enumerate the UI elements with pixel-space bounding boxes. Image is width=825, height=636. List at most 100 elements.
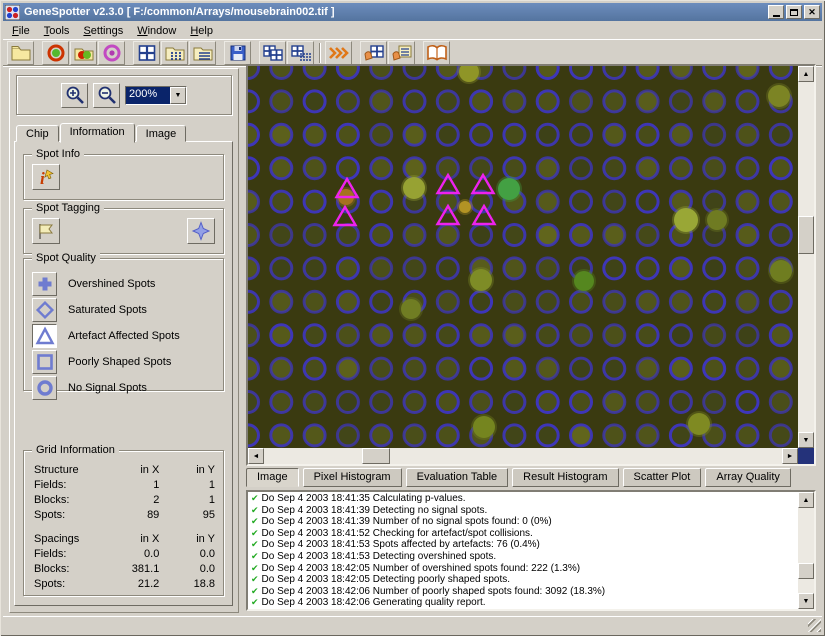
- grid-with-dots-icon: [290, 44, 312, 62]
- apply-grid-button[interactable]: [259, 41, 286, 65]
- grid-dots-icon: [164, 44, 186, 62]
- log-entry: ✔Do Sep 4 2003 18:41:53 Spots affected b…: [250, 539, 796, 551]
- zoom-level-value: 200%: [126, 87, 170, 104]
- log-panel: ✔Do Sep 4 2003 18:41:35 Calculating p-va…: [246, 490, 816, 611]
- tab-chip[interactable]: Chip: [16, 125, 59, 142]
- tab-pixel-histogram[interactable]: Pixel Histogram: [303, 468, 402, 487]
- log-scroll-thumb[interactable]: [798, 563, 814, 579]
- horizontal-scrollbar[interactable]: ◄ ►: [248, 448, 798, 464]
- spot-tagging-title: Spot Tagging: [32, 202, 104, 214]
- scroll-left-icon[interactable]: ◄: [248, 448, 264, 464]
- manual-button[interactable]: [423, 41, 450, 65]
- resize-grip[interactable]: [808, 619, 821, 632]
- menu-tools[interactable]: Tools: [37, 24, 77, 38]
- new-grid-button[interactable]: [133, 41, 160, 65]
- spot-info-button[interactable]: i: [32, 164, 60, 190]
- menu-help[interactable]: Help: [183, 24, 220, 38]
- log-scroll-up-icon[interactable]: ▲: [798, 492, 814, 508]
- spot-info-title: Spot Info: [32, 148, 84, 160]
- triangle-icon: [35, 326, 55, 346]
- tab-evaluation-table[interactable]: Evaluation Table: [406, 468, 509, 487]
- tab-result-histogram[interactable]: Result Histogram: [512, 468, 618, 487]
- save-icon: [229, 44, 247, 62]
- chevron-down-icon[interactable]: ▼: [170, 87, 186, 104]
- menu-bar: FileToolsSettingsWindowHelp: [3, 22, 822, 39]
- grid-from-image-button[interactable]: [161, 41, 188, 65]
- horizontal-scroll-thumb[interactable]: [362, 448, 390, 464]
- diamond-icon: [35, 300, 55, 320]
- check-icon: ✔: [251, 586, 259, 596]
- check-icon: ✔: [251, 539, 259, 549]
- check-icon: ✔: [251, 551, 259, 561]
- check-icon: ✔: [251, 505, 259, 515]
- check-icon: ✔: [251, 528, 259, 538]
- diamond-quality-button[interactable]: [32, 298, 57, 322]
- minimize-button[interactable]: [768, 5, 784, 19]
- microarray-image[interactable]: [248, 66, 798, 448]
- log-entry: ✔Do Sep 4 2003 18:41:39 Detecting no sig…: [250, 505, 796, 517]
- window-title: GeneSpotter v2.3.0 [ F:/common/Arrays/mo…: [24, 6, 766, 18]
- grid-list-icon: [192, 44, 214, 62]
- zoom-out-button[interactable]: [93, 83, 120, 108]
- tab-array-quality[interactable]: Array Quality: [705, 468, 791, 487]
- tab-information[interactable]: Information: [60, 123, 135, 143]
- quality-row-triangle: Artefact Affected Spots: [32, 323, 217, 349]
- scroll-right-icon[interactable]: ►: [782, 448, 798, 464]
- plus-quality-button[interactable]: [32, 272, 57, 296]
- grid-info-header: Structurein Xin Y: [34, 463, 215, 478]
- log-scrollbar[interactable]: ▲ ▼: [798, 492, 814, 609]
- zoom-controls: 200% ▼: [16, 75, 232, 115]
- quality-row-diamond: Saturated Spots: [32, 297, 217, 323]
- flag-icon: [35, 221, 57, 241]
- maximize-button[interactable]: [786, 5, 802, 19]
- left-tab-strip: ChipInformationImage: [16, 122, 187, 142]
- find-spots-button[interactable]: [98, 41, 125, 65]
- quality-label: Poorly Shaped Spots: [68, 356, 171, 368]
- square-quality-button[interactable]: [32, 350, 57, 374]
- circle-quality-button[interactable]: [32, 376, 57, 400]
- tag-flag-button[interactable]: [32, 218, 60, 244]
- grid-from-file-button[interactable]: [189, 41, 216, 65]
- scrollbar-corner: [798, 448, 814, 464]
- menu-settings[interactable]: Settings: [76, 24, 130, 38]
- adjust-list-button[interactable]: [388, 41, 415, 65]
- check-icon: ✔: [251, 516, 259, 526]
- triangle-quality-button[interactable]: [32, 324, 57, 348]
- log-entry: ✔Do Sep 4 2003 18:41:39 Number of no sig…: [250, 516, 796, 528]
- open-image-button[interactable]: [7, 41, 34, 65]
- spot-info-icon: i: [35, 167, 57, 187]
- grid-information-title: Grid Information: [32, 444, 119, 456]
- tab-image[interactable]: Image: [136, 125, 187, 142]
- zoom-level-select[interactable]: 200% ▼: [125, 86, 187, 105]
- log-entry: ✔Do Sep 4 2003 18:41:53 Detecting oversh…: [250, 551, 796, 563]
- log-entry: ✔Do Sep 4 2003 18:42:06 Number of poorly…: [250, 586, 796, 598]
- tab-scatter-plot[interactable]: Scatter Plot: [623, 468, 702, 487]
- tab-image[interactable]: Image: [246, 468, 299, 487]
- scroll-down-icon[interactable]: ▼: [798, 432, 814, 448]
- menu-window[interactable]: Window: [130, 24, 183, 38]
- quality-label: Artefact Affected Spots: [68, 330, 180, 342]
- check-icon: ✔: [251, 597, 259, 607]
- close-button[interactable]: ✕: [804, 5, 820, 19]
- vertical-scrollbar[interactable]: ▲ ▼: [798, 66, 814, 448]
- toolbar: [3, 39, 822, 66]
- adjust-grid-button[interactable]: [360, 41, 387, 65]
- match-spots-button[interactable]: [70, 41, 97, 65]
- check-icon: ✔: [251, 493, 259, 503]
- quality-row-circle: No Signal Spots: [32, 375, 217, 401]
- grid-info-row: Blocks:381.10.0: [34, 562, 215, 577]
- log-scroll-down-icon[interactable]: ▼: [798, 593, 814, 609]
- menu-file[interactable]: File: [5, 24, 37, 38]
- detect-spots-button[interactable]: [42, 41, 69, 65]
- log-entry: ✔Do Sep 4 2003 18:41:35 Calculating p-va…: [250, 493, 796, 505]
- zoom-in-icon: [65, 85, 85, 105]
- red-green-spot-icon: [73, 44, 95, 62]
- plus-icon: [35, 274, 55, 294]
- vertical-scroll-thumb[interactable]: [798, 216, 814, 254]
- tag-sparkle-button[interactable]: [187, 218, 215, 244]
- run-evaluation-button[interactable]: [325, 41, 352, 65]
- apply-grid-dots-button[interactable]: [287, 41, 314, 65]
- scroll-up-icon[interactable]: ▲: [798, 66, 814, 82]
- save-results-button[interactable]: [224, 41, 251, 65]
- zoom-in-button[interactable]: [61, 83, 88, 108]
